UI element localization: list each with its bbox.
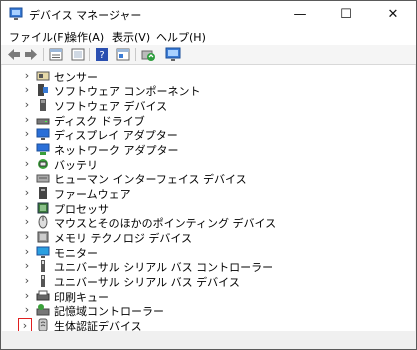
tree-item-software-device[interactable]: › ソフトウェア デバイス bbox=[2, 97, 402, 113]
expand-chevron-icon[interactable]: › bbox=[21, 258, 33, 274]
toolbar: ? bbox=[1, 45, 416, 65]
maximize-button[interactable]: ☐ bbox=[323, 1, 369, 27]
close-button[interactable]: ✕ bbox=[370, 1, 416, 27]
software-component-icon bbox=[38, 84, 48, 96]
monitor-icon[interactable] bbox=[165, 47, 181, 62]
device-manager-window: デバイス マネージャー — ☐ ✕ ファイル(F) 操作(A) 表示(V) ヘル… bbox=[0, 0, 417, 350]
tree-item-software-component[interactable]: › ソフトウェア コンポーネント bbox=[2, 82, 402, 98]
minimize-icon: — bbox=[293, 6, 307, 22]
close-icon: ✕ bbox=[387, 6, 399, 22]
menu-action[interactable]: 操作(A) bbox=[66, 29, 104, 45]
view-icon[interactable] bbox=[70, 47, 86, 62]
tree-item-display-adapter[interactable]: › ディスプレイ アダプター bbox=[2, 126, 402, 142]
hid-icon bbox=[36, 174, 50, 183]
menu-help[interactable]: ヘルプ(H) bbox=[156, 29, 206, 45]
back-icon[interactable] bbox=[6, 47, 22, 62]
menu-view[interactable]: 表示(V) bbox=[112, 29, 150, 45]
status-bar bbox=[2, 331, 415, 348]
expand-chevron-icon[interactable]: › bbox=[21, 229, 33, 245]
expand-chevron-icon[interactable]: › bbox=[21, 141, 33, 157]
forward-icon[interactable] bbox=[23, 47, 39, 62]
toolbar-separator bbox=[43, 48, 44, 61]
monitor-icon bbox=[36, 246, 50, 258]
expand-chevron-icon[interactable]: › bbox=[21, 273, 33, 289]
update-driver-icon[interactable] bbox=[140, 47, 156, 62]
title-bar[interactable]: デバイス マネージャー — ☐ ✕ bbox=[1, 1, 416, 27]
storage-controller-icon bbox=[36, 304, 50, 316]
network-adapter-icon bbox=[36, 143, 50, 155]
menu-file[interactable]: ファイル(F) bbox=[9, 29, 68, 45]
tree-item-memory[interactable]: › メモリ テクノロジ デバイス bbox=[2, 229, 402, 245]
disk-drive-icon bbox=[36, 118, 50, 125]
print-queue-icon bbox=[36, 290, 50, 301]
firmware-icon bbox=[39, 187, 47, 199]
battery-icon bbox=[38, 159, 48, 169]
toolbar-separator bbox=[135, 48, 136, 61]
expand-chevron-icon[interactable]: › bbox=[21, 185, 33, 201]
expand-chevron-icon[interactable]: › bbox=[21, 302, 33, 318]
mouse-icon bbox=[38, 215, 48, 229]
maximize-icon: ☐ bbox=[340, 6, 352, 22]
device-tree[interactable]: › センサー › ソフトウェア コンポーネント › ソフトウェア デバイス › … bbox=[2, 65, 415, 348]
tree-item-usb-device[interactable]: › ユニバーサル シリアル バス デバイス bbox=[2, 273, 402, 289]
usb-device-icon bbox=[41, 275, 45, 287]
minimize-button[interactable]: — bbox=[277, 1, 323, 27]
expand-chevron-icon[interactable]: › bbox=[21, 97, 33, 113]
tree-item-storage-controller[interactable]: › 記憶域コントローラー bbox=[2, 302, 402, 318]
biometric-icon bbox=[38, 318, 48, 332]
tree-item-usb-controller[interactable]: › ユニバーサル シリアル バス コントローラー bbox=[2, 258, 402, 274]
device-info-icon[interactable] bbox=[115, 47, 131, 62]
tree-item-hid[interactable]: › ヒューマン インターフェイス デバイス bbox=[2, 170, 402, 186]
tree-item-firmware[interactable]: › ファームウェア bbox=[2, 185, 402, 201]
toolbar-separator bbox=[89, 48, 90, 61]
device-manager-app-icon bbox=[9, 7, 23, 20]
menu-bar: ファイル(F) 操作(A) 表示(V) ヘルプ(H) bbox=[1, 27, 416, 45]
tree-item-mouse[interactable]: › マウスとそのほかのポインティング デバイス bbox=[2, 214, 402, 230]
svg-text:?: ? bbox=[99, 50, 104, 61]
expand-chevron-icon[interactable]: › bbox=[21, 126, 33, 142]
window-title: デバイス マネージャー bbox=[29, 9, 142, 22]
expand-chevron-icon[interactable]: › bbox=[21, 82, 33, 98]
memory-icon bbox=[37, 231, 49, 243]
expand-chevron-icon[interactable]: › bbox=[21, 214, 33, 230]
expand-chevron-icon[interactable]: › bbox=[21, 170, 33, 186]
display-adapter-icon bbox=[36, 128, 50, 140]
software-device-icon bbox=[40, 99, 46, 111]
usb-icon bbox=[41, 260, 45, 272]
help-icon[interactable]: ? bbox=[94, 47, 110, 62]
properties-icon[interactable] bbox=[48, 47, 64, 62]
sensor-icon bbox=[36, 71, 50, 81]
processor-icon bbox=[37, 202, 49, 214]
tree-item-network-adapter[interactable]: › ネットワーク アダプター bbox=[2, 141, 402, 157]
